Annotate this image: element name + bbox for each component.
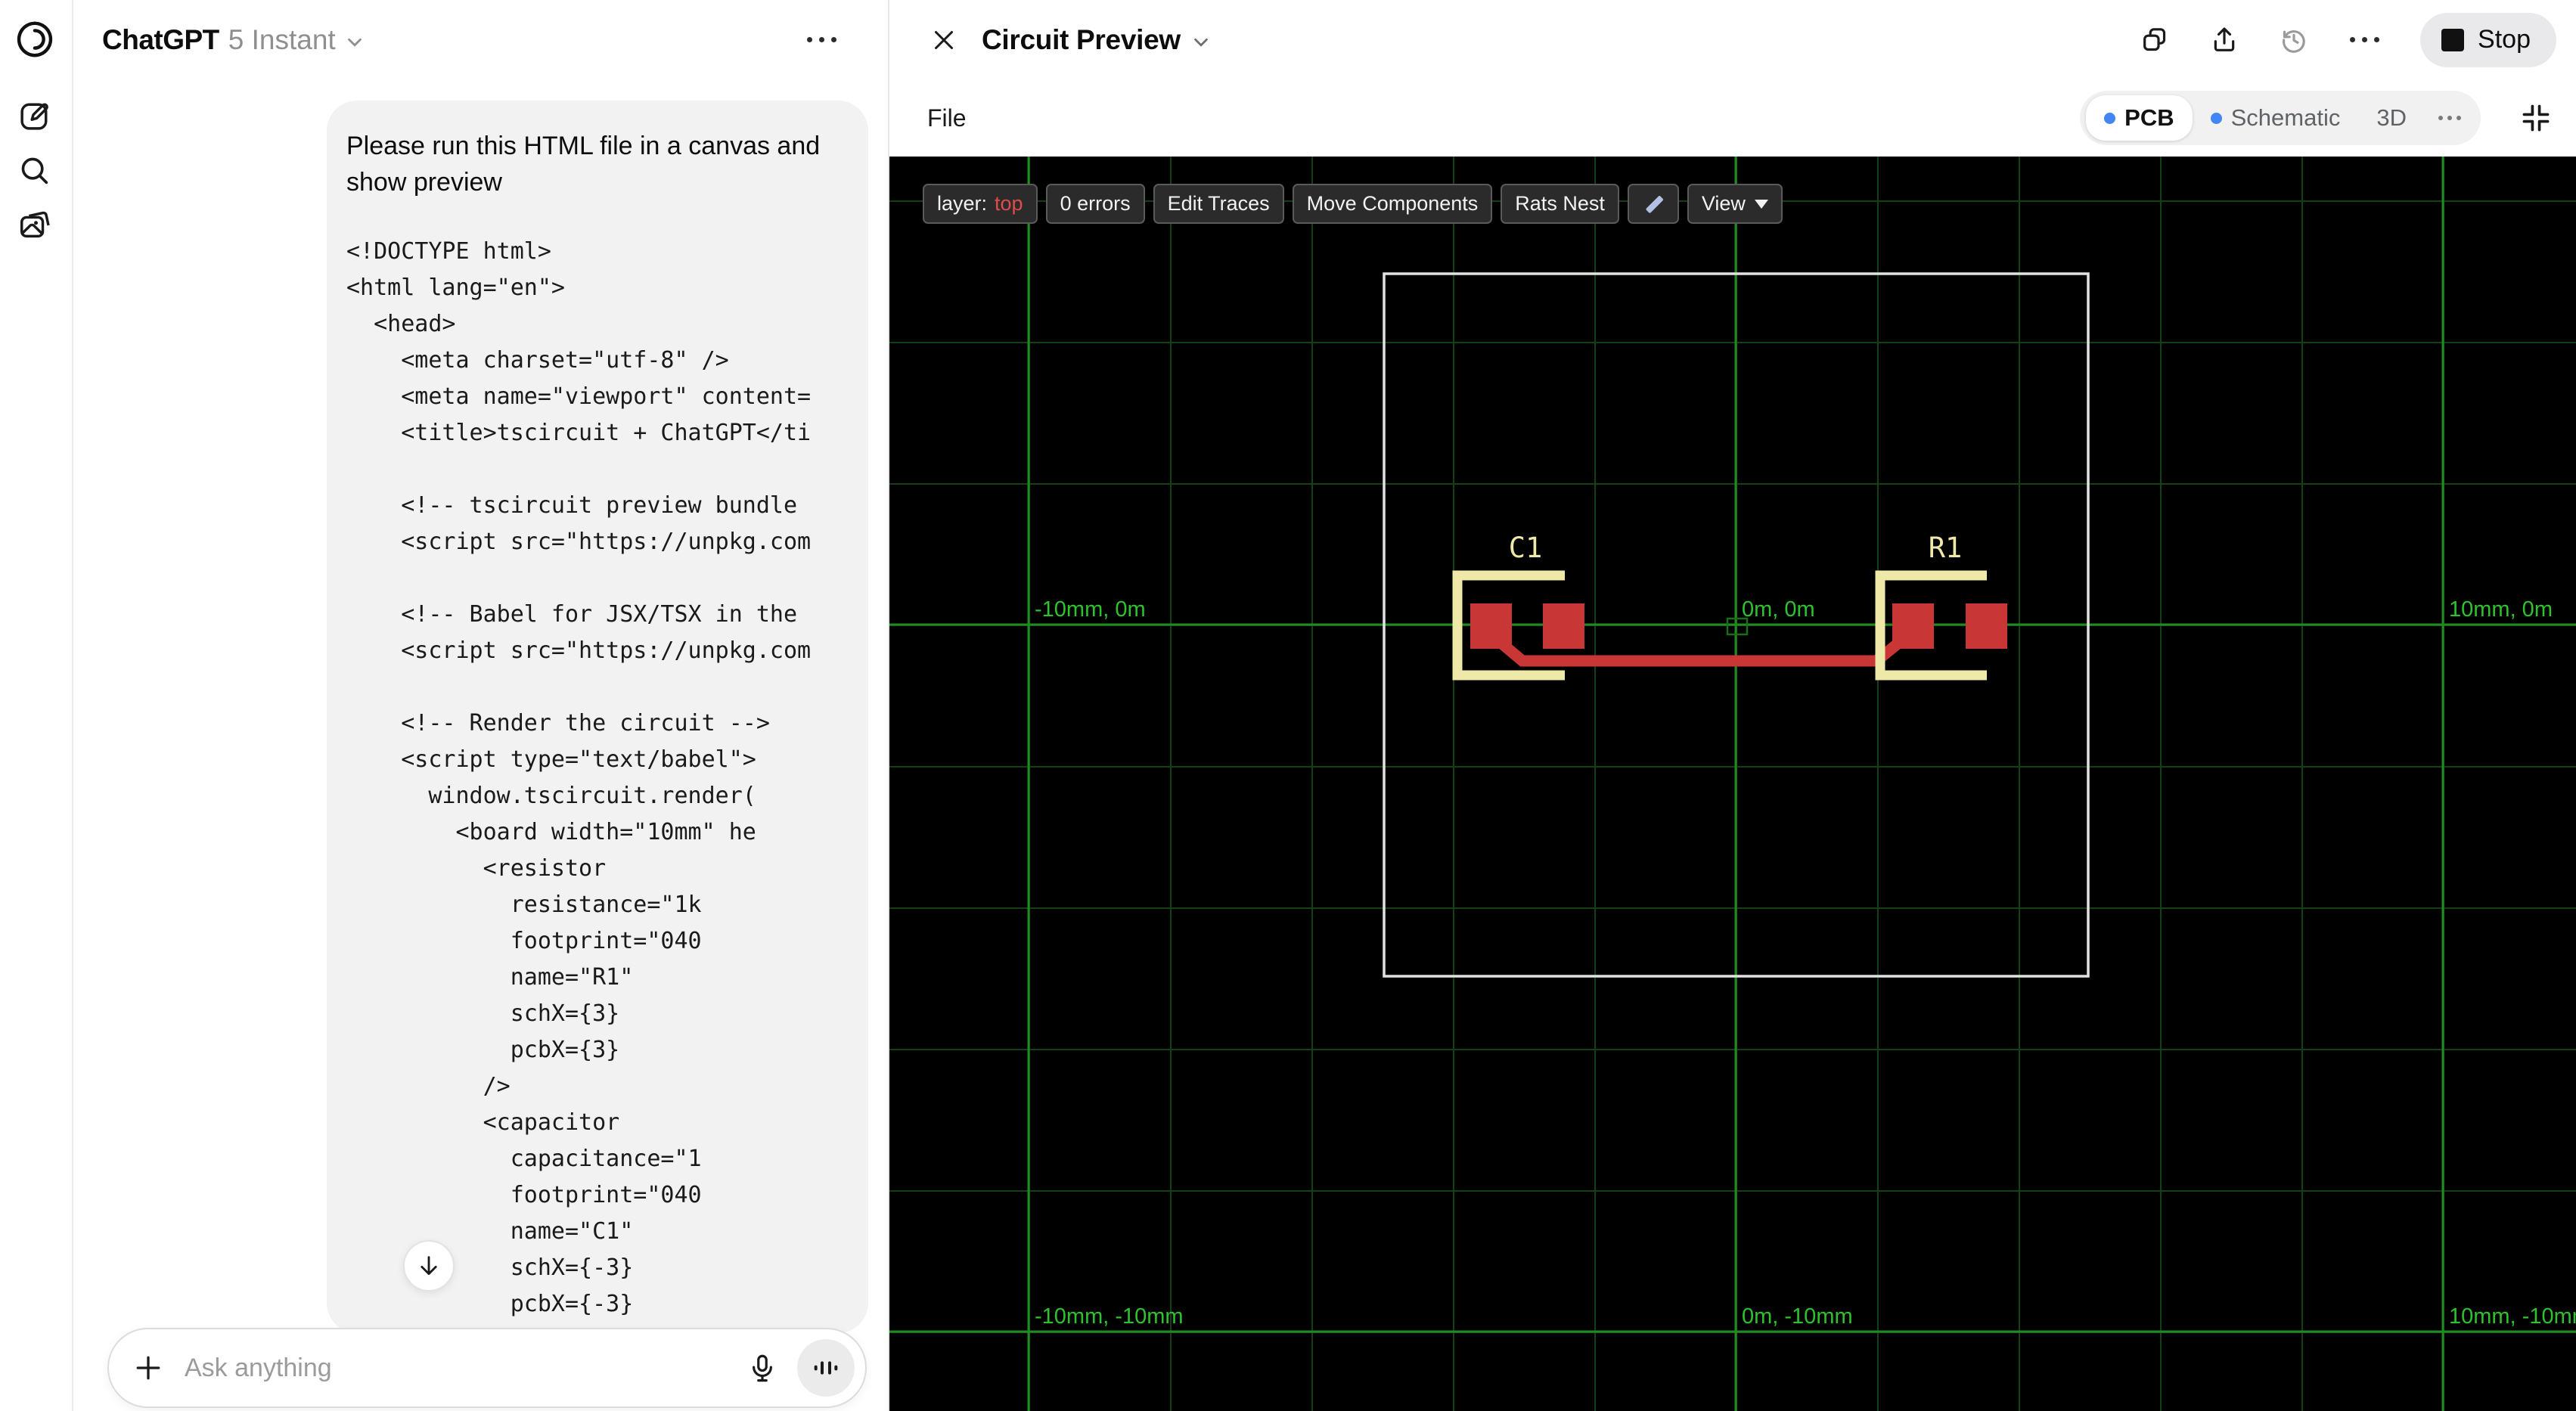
tab-pcb[interactable]: PCB [2086,95,2193,141]
grid-label-right-bottom: 10mm, -10mm [2449,1304,2576,1329]
user-message-code: <!DOCTYPE html> <html lang="en"> <head> … [346,238,812,1333]
move-components-label: Move Components [1306,192,1479,215]
grid-coordinate-labels: -10mm, 0m 0m, 0m 10mm, 0m -10mm, -10mm 0… [1035,597,2576,1329]
microphone-icon[interactable] [741,1347,784,1389]
c1-label: C1 [1509,532,1543,564]
scroll-to-bottom-button[interactable] [403,1240,455,1292]
grid-major-lines [889,157,2576,1411]
r1-pad1[interactable] [1892,603,1934,649]
stop-button[interactable]: Stop [2420,12,2556,67]
grid-label-left-bottom: -10mm, -10mm [1035,1304,1184,1329]
model-variant[interactable]: 5 Instant [228,24,336,56]
collapse-view-icon[interactable] [2515,98,2556,138]
edit-traces-button[interactable]: Edit Traces [1153,184,1284,224]
canvas-title[interactable]: Circuit Preview [982,24,1181,56]
grid-label-origin: 0m, 0m [1742,597,1815,622]
library-icon[interactable] [11,201,59,250]
stop-label: Stop [2478,25,2531,54]
waveform-icon [814,1361,838,1375]
rats-nest-label: Rats Nest [1515,192,1605,215]
pencil-icon [1646,195,1663,213]
tab-3d[interactable]: 3D [2358,95,2425,141]
view-tabs: PCB Schematic 3D [2080,91,2481,145]
close-canvas-icon[interactable] [923,19,965,61]
pcb-canvas[interactable]: layer: top 0 errors Edit Traces Move Com… [889,157,2576,1411]
pcb-drawing: C1 R1 -10mm, 0m 0m, 0m 10mm, 0m -10mm, -… [889,157,2576,1411]
edit-traces-label: Edit Traces [1167,192,1270,215]
layer-value: top [995,192,1023,215]
view-label: View [1701,192,1746,215]
tabs-more-options-icon[interactable] [2425,116,2475,120]
share-icon[interactable] [2206,22,2242,58]
errors-label: 0 errors [1060,192,1131,215]
grid-label-center-bottom: 0m, -10mm [1742,1304,1853,1329]
grid-label-left-0: -10mm, 0m [1035,597,1146,622]
draw-tool-button[interactable] [1627,184,1679,224]
voice-mode-button[interactable] [797,1339,855,1397]
errors-button[interactable]: 0 errors [1045,184,1145,224]
new-chat-icon[interactable] [11,92,59,141]
r1-pad2[interactable] [1966,603,2007,649]
c1-pad1[interactable] [1470,603,1512,649]
arrow-down-icon [421,1256,437,1276]
move-components-button[interactable]: Move Components [1292,184,1493,224]
search-icon[interactable] [11,147,59,195]
dropdown-caret-icon [1754,199,1768,209]
canvas-header: Circuit Preview Stop [889,0,2576,79]
file-menu[interactable]: File [927,104,967,132]
grid-label-right-0: 10mm, 0m [2449,597,2553,622]
app-title: ChatGPT [102,23,219,55]
c1-pad2[interactable] [1543,603,1584,649]
chat-panel: ChatGPT 5 Instant Please run this HTML f… [73,0,888,1411]
tab-pcb-label: PCB [2124,104,2174,131]
schematic-status-dot [2210,112,2222,124]
user-message-bubble: Please run this HTML file in a canvas an… [327,101,868,1333]
chevron-down-icon[interactable] [343,31,366,54]
attach-plus-icon[interactable] [132,1351,165,1385]
canvas-panel: Circuit Preview Stop File PCB Schematic … [888,0,2576,1411]
chat-input[interactable] [183,1352,741,1384]
r1-label: R1 [1929,532,1963,564]
pcb-toolbar: layer: top 0 errors Edit Traces Move Com… [923,184,1783,224]
stop-square-icon [2441,28,2465,51]
chat-more-options-icon[interactable] [799,29,844,50]
chat-header: ChatGPT 5 Instant [73,0,888,79]
user-message-text: Please run this HTML file in a canvas an… [346,132,821,197]
layer-selector-button[interactable]: layer: top [923,184,1038,224]
openai-logo-icon[interactable] [11,15,59,64]
tab-schematic[interactable]: Schematic [2193,95,2359,141]
rats-nest-button[interactable]: Rats Nest [1501,184,1619,224]
canvas-more-options-icon[interactable] [2345,33,2384,47]
tab-schematic-label: Schematic [2230,104,2341,131]
sidebar-rail [0,0,73,1411]
copy-icon[interactable] [2137,22,2173,58]
tab-3d-label: 3D [2376,104,2407,131]
pcb-status-dot [2104,112,2116,124]
view-dropdown-button[interactable]: View [1687,184,1783,224]
message-composer[interactable] [107,1328,867,1408]
app-root: ChatGPT 5 Instant Please run this HTML f… [0,0,2576,1411]
layer-label: layer: [937,192,988,215]
history-icon[interactable] [2276,22,2312,58]
canvas-subheader: File PCB Schematic 3D [889,79,2576,157]
canvas-title-chevron-icon[interactable] [1190,31,1212,54]
component-r1[interactable]: R1 [1875,532,2007,681]
